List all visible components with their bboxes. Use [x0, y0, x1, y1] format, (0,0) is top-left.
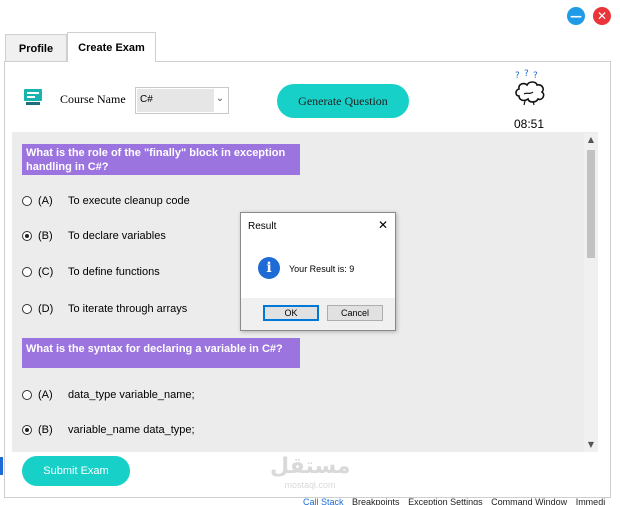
watermark-logo: مستقل mostaql.com	[270, 454, 350, 498]
tab-breakpoints[interactable]: Breakpoints	[352, 497, 400, 505]
left-edge-marker	[0, 457, 3, 475]
svg-text:?: ?	[533, 71, 538, 81]
watermark-arabic: مستقل	[270, 454, 351, 479]
option-text: To iterate through arrays	[68, 303, 188, 315]
option-text: variable_name data_type;	[68, 424, 195, 436]
radio-button[interactable]	[22, 390, 32, 400]
cancel-button[interactable]: Cancel	[327, 305, 383, 321]
ide-bottom-tabs: Call Stack Breakpoints Exception Setting…	[303, 497, 620, 505]
radio-button-selected[interactable]	[22, 231, 32, 241]
option-letter: (B)	[38, 230, 53, 242]
vertical-scrollbar[interactable]: ▲ ▼	[584, 133, 598, 452]
radio-button[interactable]	[22, 267, 32, 277]
ok-button[interactable]: OK	[263, 305, 319, 321]
option-text: To execute cleanup code	[68, 195, 190, 207]
dialog-footer: OK Cancel	[241, 298, 395, 330]
info-icon: i	[258, 257, 280, 279]
course-icon	[24, 89, 42, 105]
option-letter: (B)	[38, 424, 53, 436]
submit-exam-button[interactable]: Submit Exam	[22, 456, 130, 486]
option-text: To define functions	[68, 266, 160, 278]
close-icon[interactable]: ✕	[378, 218, 388, 232]
radio-button-selected[interactable]	[22, 425, 32, 435]
question-2-text: What is the syntax for declaring a varia…	[22, 338, 300, 368]
tab-command-window[interactable]: Command Window	[491, 497, 567, 505]
radio-button[interactable]	[22, 304, 32, 314]
watermark-latin: mostaql.com	[284, 480, 336, 490]
option-letter: (D)	[38, 303, 54, 315]
chevron-down-icon[interactable]: ⌄	[214, 93, 226, 107]
option-text: To declare variables	[68, 230, 166, 242]
result-dialog: Result ✕ i Your Result is: 9 OK Cancel	[240, 212, 396, 331]
scroll-down-icon[interactable]: ▼	[584, 438, 598, 452]
tab-create-exam[interactable]: Create Exam	[67, 32, 156, 62]
tab-profile[interactable]: Profile	[5, 34, 67, 62]
timer: 08:51	[514, 117, 545, 131]
top-strip	[0, 0, 620, 4]
tab-immediate[interactable]: Immedi	[576, 497, 606, 505]
svg-text:?: ?	[524, 69, 529, 79]
option-letter: (C)	[38, 266, 54, 278]
option-letter: (A)	[38, 389, 53, 401]
question-1-text: What is the role of the "finally" block …	[22, 144, 300, 175]
scrollbar-thumb[interactable]	[587, 150, 595, 258]
minimize-button[interactable]: —	[567, 7, 585, 25]
generate-question-button[interactable]: Generate Question	[277, 84, 409, 118]
course-select[interactable]: C# ⌄	[135, 87, 229, 114]
tab-exception-settings[interactable]: Exception Settings	[408, 497, 483, 505]
close-button[interactable]: ✕	[593, 7, 611, 25]
option-text: data_type variable_name;	[68, 389, 195, 401]
dialog-title: Result	[248, 221, 277, 232]
course-select-value: C#	[137, 89, 214, 112]
svg-text:?: ?	[515, 71, 520, 81]
option-letter: (A)	[38, 195, 53, 207]
course-name-label: Course Name	[60, 92, 126, 106]
tab-call-stack[interactable]: Call Stack	[303, 497, 344, 505]
radio-button[interactable]	[22, 196, 32, 206]
brain-icon: ? ? ?	[515, 69, 545, 106]
scroll-up-icon[interactable]: ▲	[584, 133, 598, 147]
dialog-message: Your Result is: 9	[289, 264, 355, 274]
